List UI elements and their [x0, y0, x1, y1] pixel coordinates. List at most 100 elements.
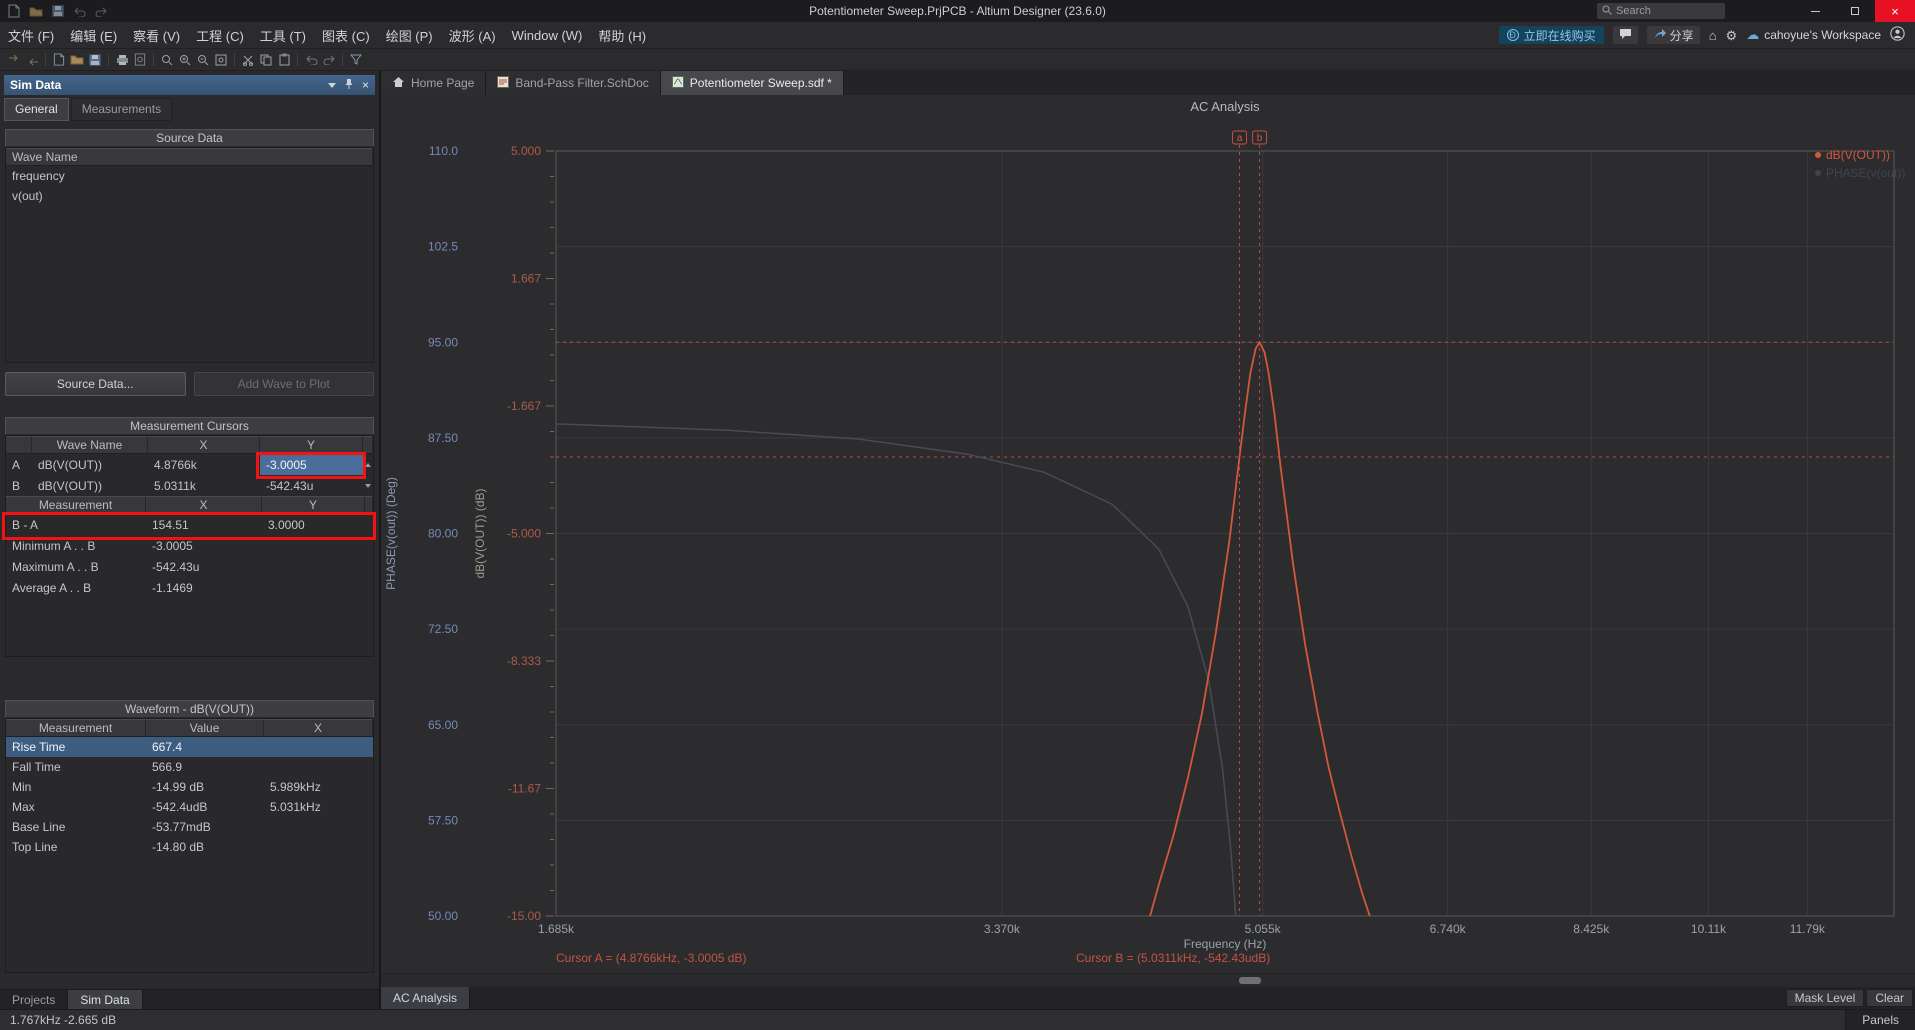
tab-projects[interactable]: Projects	[0, 990, 68, 1009]
print-icon[interactable]	[113, 51, 131, 68]
source-data-button[interactable]: Source Data...	[5, 372, 186, 396]
waveform-row-min[interactable]: Min -14.99 dB 5.989kHz	[6, 777, 373, 797]
new-sheet-icon[interactable]	[50, 51, 68, 68]
measurement-column-header[interactable]: Measurement	[6, 496, 146, 514]
tab-sim-data[interactable]: Sim Data	[68, 990, 142, 1009]
cursor-x-column-header[interactable]: X	[148, 436, 260, 454]
pin-icon[interactable]	[344, 78, 354, 93]
measurement-row-b-minus-a[interactable]: B - A 154.51 3.0000	[6, 514, 373, 535]
menu-window[interactable]: Window (W)	[504, 28, 591, 43]
scrollbar-handle[interactable]	[1239, 977, 1261, 984]
svg-text:5.000: 5.000	[511, 144, 541, 158]
menu-wave[interactable]: 波形 (A)	[441, 26, 504, 45]
save-icon[interactable]	[50, 4, 65, 19]
cross-probe-icon[interactable]	[5, 51, 23, 68]
spinner-up-icon[interactable]	[363, 454, 373, 475]
zoom-icon[interactable]	[158, 51, 176, 68]
wf-measurement-column-header[interactable]: Measurement	[6, 719, 146, 737]
cursor-a-y-value[interactable]: -3.0005	[260, 454, 363, 475]
cursor-row-a[interactable]: A dB(V(OUT)) 4.8766k -3.0005	[6, 454, 373, 475]
open-project-icon[interactable]	[68, 51, 86, 68]
wave-row-vout[interactable]: v(out)	[6, 186, 373, 206]
paste-icon[interactable]	[275, 51, 293, 68]
tab-general[interactable]: General	[4, 98, 69, 121]
menu-project[interactable]: 工程 (C)	[188, 26, 252, 45]
print-preview-icon[interactable]	[131, 51, 149, 68]
cursor-b-y-value[interactable]: -542.43u	[260, 475, 363, 496]
filter-icon[interactable]	[347, 51, 365, 68]
share-button[interactable]: 分享	[1647, 26, 1700, 44]
waveform-row-top-line[interactable]: Top Line -14.80 dB	[6, 837, 373, 857]
gear-icon[interactable]: ⚙	[1726, 29, 1738, 42]
ac-analysis-plot[interactable]: 110.0102.595.0087.5080.0072.5065.0057.50…	[381, 95, 1915, 973]
spinner-down-icon[interactable]	[363, 475, 373, 496]
redo-toolbar-icon[interactable]	[320, 51, 338, 68]
tab-potentiometer-sweep-sdf[interactable]: Potentiometer Sweep.sdf *	[661, 71, 844, 95]
close-button[interactable]: ×	[1875, 0, 1915, 22]
menu-view[interactable]: 察看 (V)	[125, 26, 188, 45]
buy-online-button[interactable]: Ð 立即在线购买	[1499, 26, 1604, 44]
menu-plot[interactable]: 绘图 (P)	[378, 26, 441, 45]
svg-text:1.685k: 1.685k	[538, 922, 575, 936]
waveform-row-max[interactable]: Max -542.4udB 5.031kHz	[6, 797, 373, 817]
search-input[interactable]: Search	[1597, 3, 1725, 19]
zoom-in-icon[interactable]	[176, 51, 194, 68]
workspace-button[interactable]: ☁ cahoyue's Workspace	[1746, 27, 1881, 43]
menu-help[interactable]: 帮助 (H)	[590, 26, 654, 45]
cursor-handle-a[interactable]: a	[1233, 131, 1247, 144]
measurement-row-minimum[interactable]: Minimum A . . B -3.0005	[6, 535, 373, 556]
cursor-id-column-header[interactable]	[6, 436, 32, 454]
home-icon[interactable]: ⌂	[1709, 29, 1717, 42]
db-tick-labels: 5.0001.667-1.667-5.000-8.333-11.67-15.00	[507, 144, 541, 923]
menu-edit[interactable]: 编辑 (E)	[62, 26, 125, 45]
tab-home-page[interactable]: Home Page	[381, 71, 486, 95]
measurement-row-average[interactable]: Average A . . B -1.1469	[6, 577, 373, 598]
menu-tools[interactable]: 工具 (T)	[252, 26, 314, 45]
cursor-row-b[interactable]: B dB(V(OUT)) 5.0311k -542.43u	[6, 475, 373, 496]
sync-icon[interactable]	[23, 51, 41, 68]
wf-value-column-header[interactable]: Value	[146, 719, 264, 737]
phase-axis-label: PHASE(v(out)) (Deg)	[384, 477, 398, 590]
sim-data-panel-header[interactable]: Sim Data ×	[4, 75, 375, 95]
wf-x-column-header[interactable]: X	[264, 719, 373, 737]
copy-icon[interactable]	[257, 51, 275, 68]
measurement-x-column-header[interactable]: X	[146, 496, 262, 514]
redo-icon[interactable]	[94, 4, 109, 19]
measurement-row-maximum[interactable]: Maximum A . . B -542.43u	[6, 556, 373, 577]
menu-file[interactable]: 文件 (F)	[0, 26, 62, 45]
waveform-row-base-line[interactable]: Base Line -53.77mdB	[6, 817, 373, 837]
measurement-y-column-header[interactable]: Y	[262, 496, 365, 514]
clear-button[interactable]: Clear	[1866, 989, 1913, 1007]
minimize-button[interactable]	[1795, 0, 1835, 22]
panel-close-icon[interactable]: ×	[362, 79, 369, 91]
wave-row-frequency[interactable]: frequency	[6, 166, 373, 186]
menu-chart[interactable]: 图表 (C)	[314, 26, 378, 45]
new-document-icon[interactable]	[6, 4, 21, 19]
open-document-icon[interactable]	[28, 4, 43, 19]
undo-icon[interactable]	[72, 4, 87, 19]
cursor-y-column-header[interactable]: Y	[260, 436, 363, 454]
tab-ac-analysis[interactable]: AC Analysis	[381, 987, 470, 1009]
waveform-row-rise-time[interactable]: Rise Time 667.4	[6, 737, 373, 757]
zoom-out-icon[interactable]	[194, 51, 212, 68]
cursor-b-x: 5.0311k	[148, 475, 260, 496]
feedback-button[interactable]	[1613, 26, 1638, 44]
waveform-row-fall-time[interactable]: Fall Time 566.9	[6, 757, 373, 777]
mask-level-button[interactable]: Mask Level	[1786, 989, 1865, 1007]
chart-horizontal-scrollbar[interactable]	[381, 973, 1915, 987]
maximize-button[interactable]	[1835, 0, 1875, 22]
tab-measurements[interactable]: Measurements	[71, 98, 172, 121]
panels-button[interactable]: Panels	[1845, 1010, 1915, 1030]
cut-icon[interactable]	[239, 51, 257, 68]
title-bar-quick-access	[0, 4, 109, 19]
wave-name-column-header[interactable]: Wave Name	[6, 148, 373, 166]
zoom-fit-icon[interactable]	[212, 51, 230, 68]
panel-menu-icon[interactable]	[328, 83, 336, 88]
user-avatar-icon[interactable]	[1890, 26, 1905, 44]
cursor-handle-b[interactable]: b	[1253, 131, 1267, 144]
undo-toolbar-icon[interactable]	[302, 51, 320, 68]
save-document-icon[interactable]	[86, 51, 104, 68]
chart-area[interactable]: 110.0102.595.0087.5080.0072.5065.0057.50…	[381, 95, 1915, 973]
cursor-wave-column-header[interactable]: Wave Name	[32, 436, 148, 454]
tab-band-pass-filter-schdoc[interactable]: Band-Pass Filter.SchDoc	[486, 71, 660, 95]
